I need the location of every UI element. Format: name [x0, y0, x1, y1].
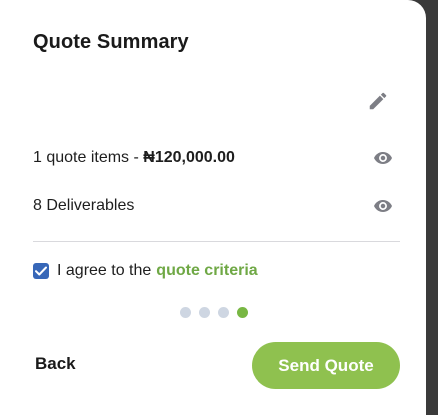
quote-items-amount: ₦120,000.00	[143, 149, 235, 166]
agreement-text: I agree to the	[57, 262, 152, 279]
step-dot-4[interactable]	[237, 307, 248, 318]
view-deliverables-button[interactable]	[372, 195, 394, 217]
quote-criteria-link[interactable]: quote criteria	[156, 262, 257, 280]
pencil-icon	[369, 92, 387, 110]
send-quote-button[interactable]: Send Quote	[252, 342, 400, 389]
quote-items-count: 1 quote items -	[33, 149, 144, 166]
back-button[interactable]: Back	[35, 354, 76, 374]
background-overlay	[426, 0, 438, 415]
step-indicator	[180, 307, 248, 319]
divider	[33, 241, 400, 242]
view-quote-items-button[interactable]	[372, 147, 394, 169]
step-dot-3[interactable]	[218, 307, 229, 318]
quote-items-row: 1 quote items - ₦120,000.00	[33, 147, 393, 171]
agree-checkbox[interactable]	[33, 263, 49, 279]
eye-icon	[374, 200, 392, 212]
deliverables-count: 8 Deliverables	[33, 197, 135, 214]
agreement-row: I agree to the quote criteria	[33, 260, 258, 282]
step-dot-1[interactable]	[180, 307, 191, 318]
edit-button[interactable]	[365, 88, 391, 114]
eye-icon	[374, 152, 392, 164]
quote-items-summary: 1 quote items - ₦120,000.00	[33, 149, 235, 167]
step-dot-2[interactable]	[199, 307, 210, 318]
check-icon	[35, 266, 47, 276]
deliverables-row: 8 Deliverables	[33, 195, 393, 219]
quote-summary-dialog: Quote Summary 1 quote items - ₦120,000.0…	[0, 0, 426, 415]
dialog-title: Quote Summary	[33, 31, 189, 53]
